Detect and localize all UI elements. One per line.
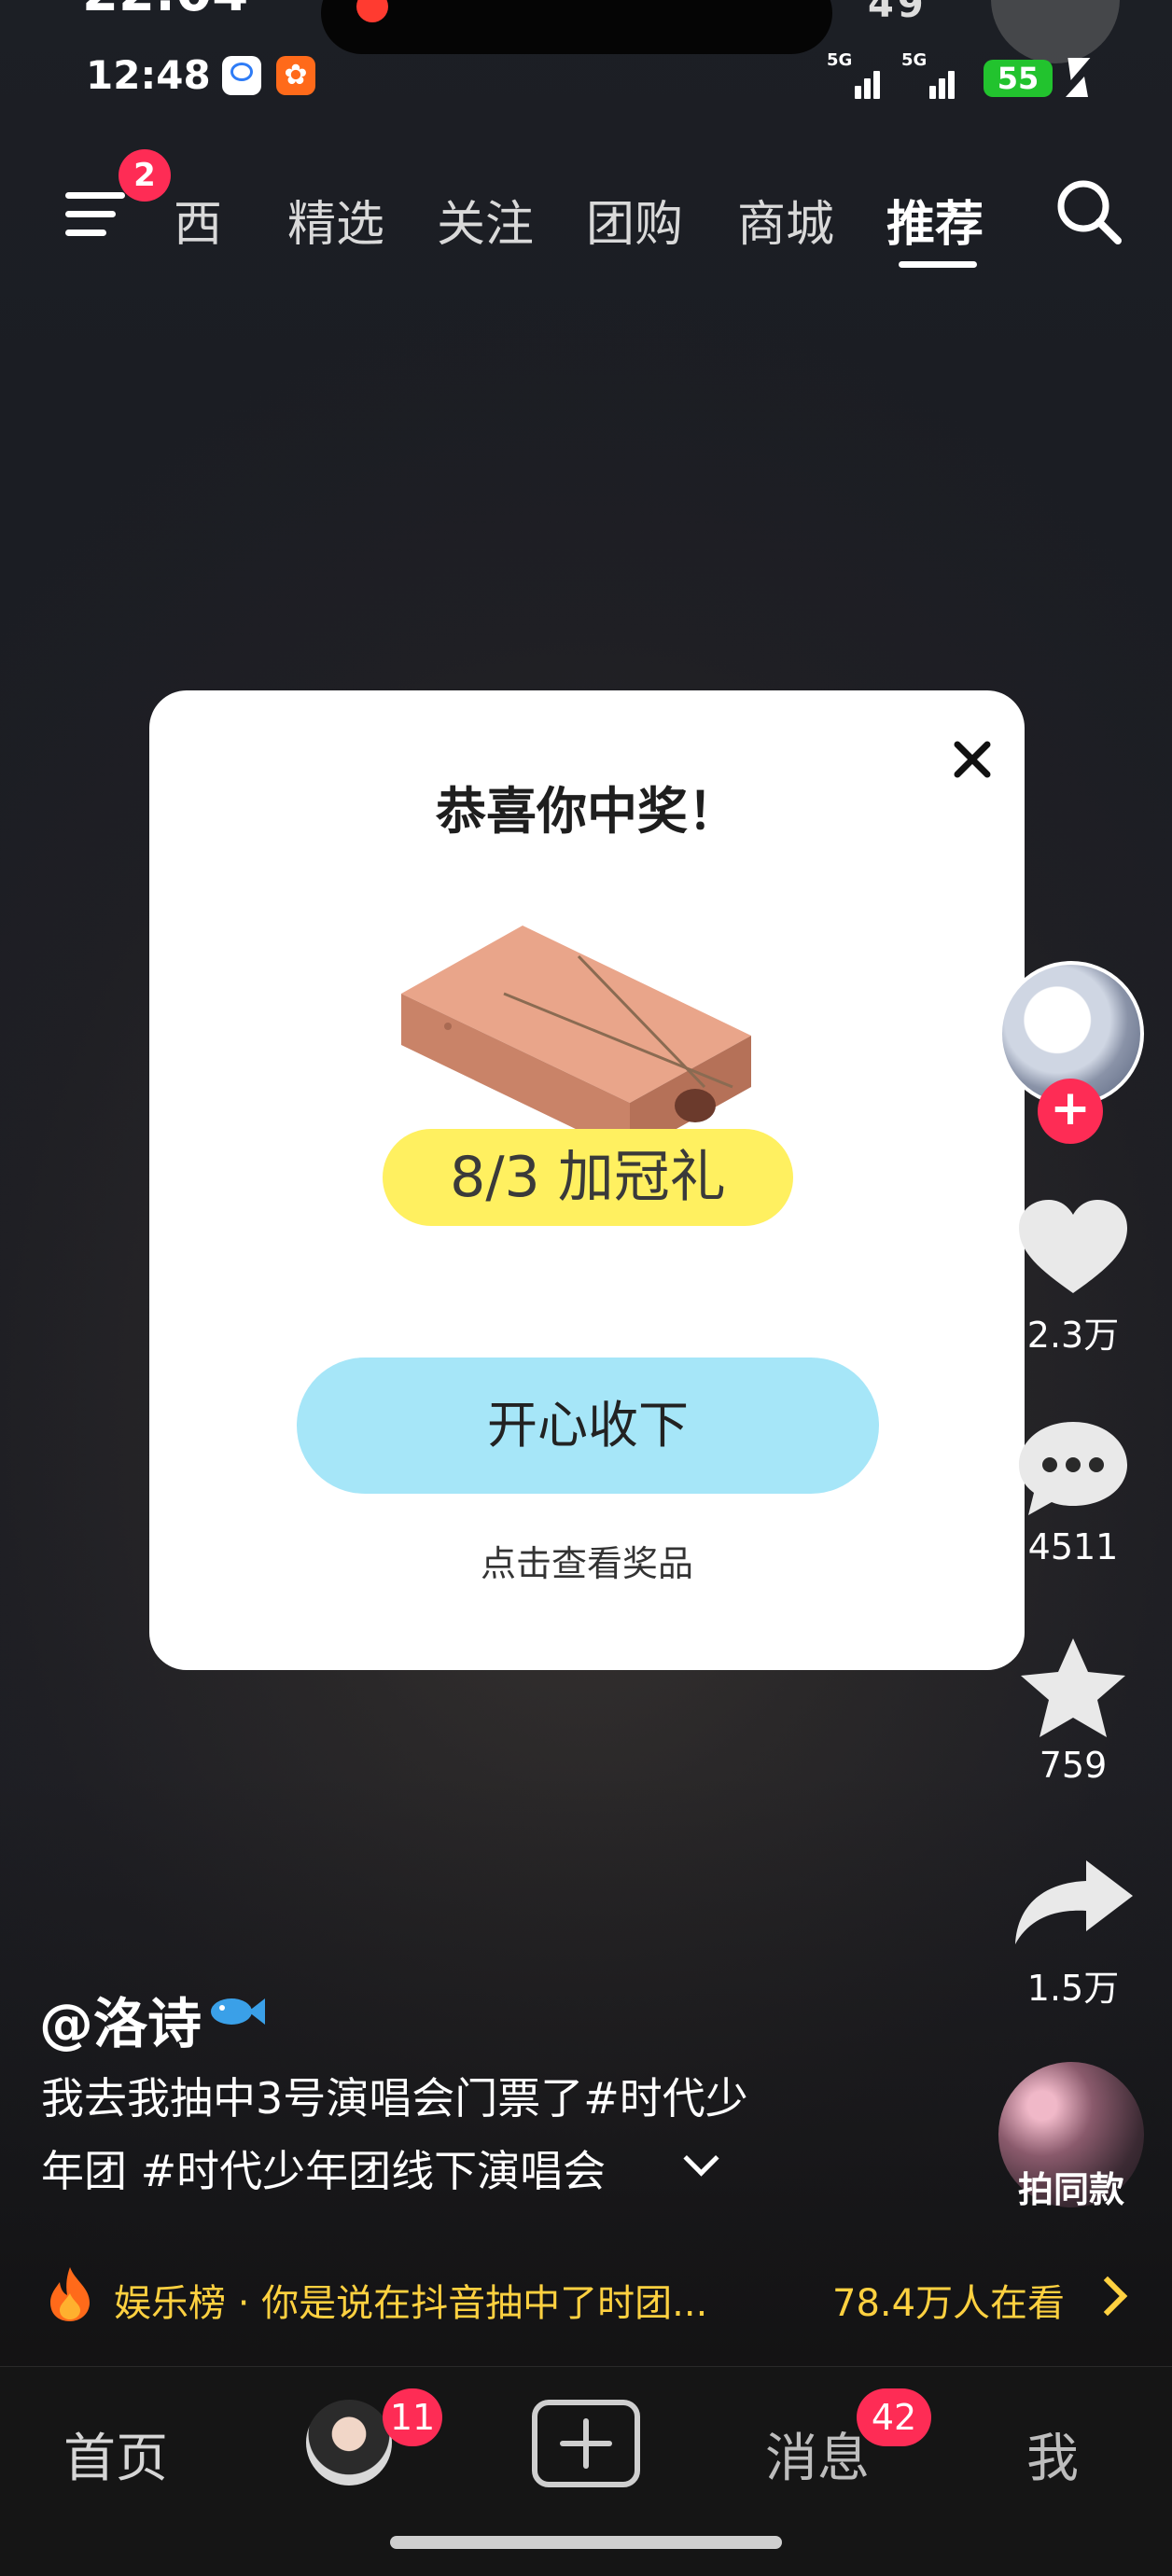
create-post-button[interactable] xyxy=(532,2400,640,2487)
star-icon[interactable] xyxy=(1008,1635,1138,1741)
tab-messages[interactable]: 消息 xyxy=(765,2416,870,2492)
tab-me[interactable]: 我 xyxy=(1026,2416,1079,2492)
tab-partial[interactable]: 西 xyxy=(174,185,222,255)
active-tab-indicator xyxy=(899,261,977,268)
same-style-label[interactable]: 拍同款 xyxy=(991,2161,1151,2212)
tab-group-buy[interactable]: 团购 xyxy=(586,185,683,255)
messages-badge: 42 xyxy=(857,2388,931,2446)
favorite-count: 759 xyxy=(1039,1745,1108,1786)
entertainment-ranking-text[interactable]: 娱乐榜 · 你是说在抖音抽中了时团... xyxy=(114,2273,707,2327)
follow-plus-icon[interactable]: + xyxy=(1038,1079,1103,1144)
dynamic-island xyxy=(321,0,832,54)
ghost-clock: 22:04 xyxy=(82,0,248,23)
tab-mall[interactable]: 商城 xyxy=(737,185,834,255)
author-name[interactable]: @洛诗 xyxy=(39,1980,202,2058)
app-notification-icon-orange: ✿ xyxy=(276,56,315,95)
friends-badge: 11 xyxy=(383,2388,442,2446)
search-icon[interactable] xyxy=(1054,177,1123,246)
status-clock: 12:48 xyxy=(86,52,211,98)
app-notification-icon xyxy=(222,56,261,95)
accept-button[interactable]: 开心收下 xyxy=(297,1358,879,1494)
comment-count: 4511 xyxy=(1027,1526,1119,1567)
tab-recommend[interactable]: 推荐 xyxy=(886,185,984,255)
fish-icon xyxy=(211,1998,265,2025)
viewer-count: 78.4万人在看 xyxy=(832,2282,1066,2325)
tab-home[interactable]: 首页 xyxy=(63,2416,168,2492)
tab-featured[interactable]: 精选 xyxy=(287,185,384,255)
share-count: 1.5万 xyxy=(1026,1968,1120,2009)
ghost-indicator: 49 xyxy=(868,0,928,26)
description-line-2: 年团 #时代少年团线下演唱会 xyxy=(41,2146,607,2196)
heart-icon[interactable] xyxy=(1008,1196,1138,1299)
prize-label: 8/3 加冠礼 xyxy=(383,1129,793,1226)
modal-title: 恭喜你中奖！ xyxy=(436,782,738,841)
home-indicator[interactable] xyxy=(390,2536,782,2549)
view-prize-link[interactable]: 点击查看奖品 xyxy=(149,1535,1025,1586)
status-bar: 12:48 ✿ 5G 5G 55 xyxy=(0,49,1172,104)
like-count: 2.3万 xyxy=(1026,1315,1120,1356)
battery-icon: 55 xyxy=(984,60,1053,97)
description-line-1: 我去我抽中3号演唱会门票了#时代少 xyxy=(41,2073,748,2123)
share-icon[interactable] xyxy=(1008,1855,1138,1948)
friends-tab-avatar[interactable] xyxy=(306,2400,392,2485)
flame-icon xyxy=(50,2267,90,2321)
ticket-brick-image xyxy=(401,926,751,1155)
prize-modal: 恭喜你中奖！ 8/3 加冠礼 开心收下 点击查看奖品 xyxy=(149,690,1025,1670)
comment-icon[interactable] xyxy=(1008,1416,1138,1521)
tab-following[interactable]: 关注 xyxy=(437,185,534,255)
video-description[interactable]: 我去我抽中3号演唱会门票了#时代少 年团 #时代少年团线下演唱会 xyxy=(41,2062,853,2207)
menu-badge: 2 xyxy=(119,149,171,202)
menu-icon[interactable] xyxy=(65,187,125,239)
